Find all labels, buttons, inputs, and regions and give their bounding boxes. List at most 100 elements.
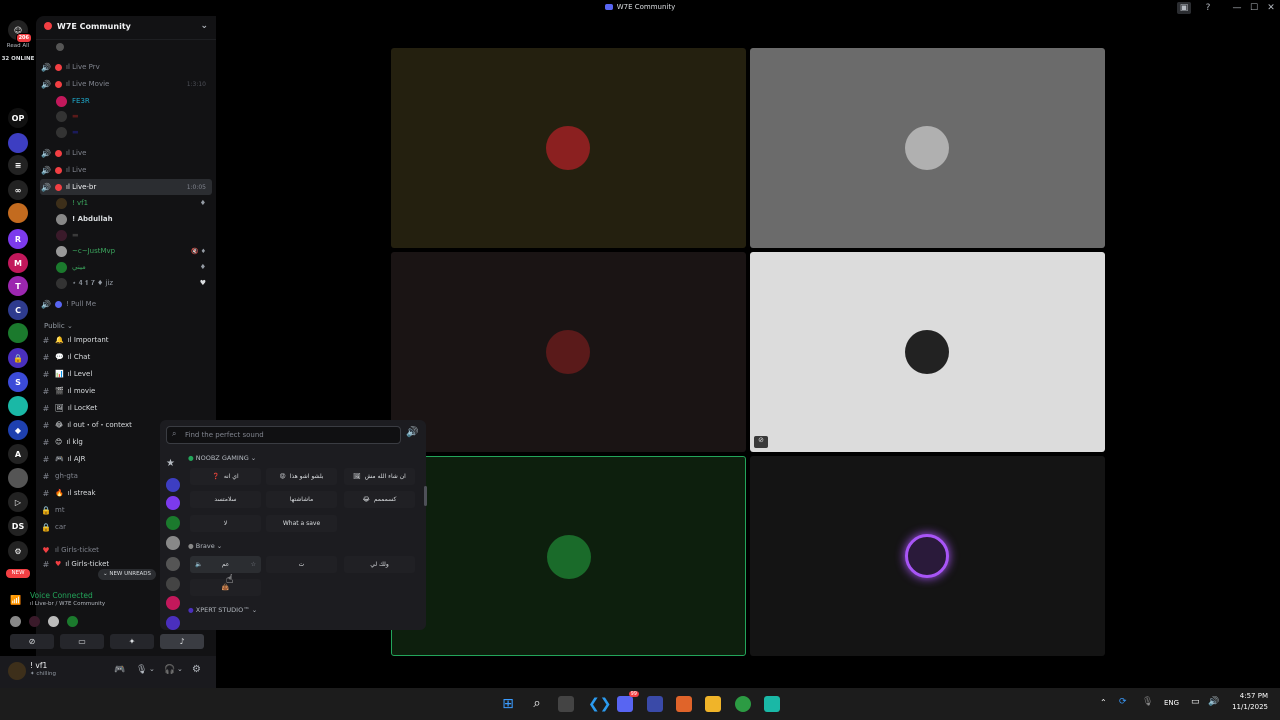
text-channel[interactable]: # 💬 ıl Chat	[40, 349, 212, 365]
voice-channel-live-prv[interactable]: 🔊 ıl Live Prv	[40, 59, 212, 75]
close-button[interactable]: ✕	[1264, 2, 1278, 14]
star-icon[interactable]: ★	[166, 458, 175, 469]
chevron-up-icon[interactable]: ⌃	[1100, 698, 1107, 707]
volume-icon[interactable]: 🔊	[1208, 697, 1219, 707]
voice-user[interactable]: ▬	[56, 124, 212, 140]
inbox-icon[interactable]: ▣	[1177, 2, 1191, 14]
video-tile-5[interactable]	[391, 456, 746, 656]
voice-channel-pull-me[interactable]: 🔊! Pull Me	[40, 296, 212, 312]
server-icon-server-j[interactable]: 🔒	[8, 348, 28, 368]
sound-button[interactable]: What a save	[266, 515, 337, 532]
server-icon-server-d[interactable]	[8, 203, 28, 223]
sound-button[interactable]: ولك لي	[344, 556, 415, 573]
chrome-icon[interactable]	[735, 696, 751, 712]
network-icon[interactable]: ▭	[1191, 697, 1200, 707]
app-icon[interactable]	[676, 696, 692, 712]
start-icon[interactable]: ⊞	[500, 696, 516, 712]
voice-user[interactable]: ▬	[56, 227, 212, 243]
category-public[interactable]: Public ⌄	[44, 322, 73, 330]
new-unreads-pill[interactable]: ⌄ NEW UNREADS	[98, 569, 156, 580]
microphone-icon[interactable]: 🎙	[136, 665, 147, 675]
clock-time[interactable]: 4:57 PM	[1230, 692, 1268, 700]
sound-button[interactable]: ❓ اي انه	[190, 468, 261, 485]
server-icon[interactable]	[166, 616, 180, 630]
voice-channel-live-br[interactable]: 🔊 ıl Live-br 1:0:05	[40, 179, 212, 195]
app-icon[interactable]	[764, 696, 780, 712]
section-noobz-gaming[interactable]: ● NOOBZ GAMING ⌄	[188, 454, 256, 462]
sound-button[interactable]: 😂 كسمممم	[344, 491, 415, 508]
server-icon-server-k[interactable]: S	[8, 372, 28, 392]
star-icon[interactable]: ☆	[251, 561, 256, 568]
chevron-down-icon[interactable]: ⌄	[200, 21, 208, 31]
server-icon-server-l[interactable]	[8, 396, 28, 416]
server-icon-server-q[interactable]: DS	[8, 516, 28, 536]
text-channel[interactable]: # 🎬 ıl movie	[40, 383, 212, 399]
sound-button-hovered[interactable]: 🔈 عم ☆	[190, 556, 261, 573]
voice-user[interactable]: ~c~JustMvp 🔇 ♦	[56, 243, 212, 259]
soundboard-button[interactable]: ♪	[160, 634, 204, 649]
chevron-down-icon[interactable]: ⌄	[177, 665, 183, 673]
voice-user[interactable]: FE3R	[56, 93, 212, 109]
text-channel[interactable]: # 🔔 ıl Important	[40, 332, 212, 348]
gear-icon[interactable]: ⚙	[192, 664, 201, 675]
voice-user[interactable]: ▬	[56, 108, 212, 124]
activities-button[interactable]: ✦	[110, 634, 154, 649]
voice-connected-label[interactable]: Voice Connected	[30, 591, 93, 600]
search-icon[interactable]: ⌕	[529, 696, 545, 712]
text-channel[interactable]: # 🖼 ıl LocKet	[40, 400, 212, 416]
discord-icon[interactable]: 99	[617, 691, 639, 712]
headphones-icon[interactable]: 🎧	[164, 665, 175, 675]
server-icon[interactable]	[166, 596, 180, 610]
video-tile-4[interactable]: ⊘	[750, 252, 1105, 452]
server-icon[interactable]	[166, 516, 180, 530]
server-icon-server-n[interactable]: A	[8, 444, 28, 464]
server-icon[interactable]	[166, 536, 180, 550]
camera-off-button[interactable]: ⊘	[10, 634, 54, 649]
video-tile-1[interactable]	[391, 48, 746, 248]
minimize-button[interactable]: —	[1230, 2, 1244, 14]
server-icon[interactable]	[166, 496, 180, 510]
server-icon-server-m[interactable]: ◆	[8, 420, 28, 440]
sound-button[interactable]: ت	[266, 556, 337, 573]
server-icon-server-p[interactable]: ▷	[8, 492, 28, 512]
video-tile-2[interactable]	[750, 48, 1105, 248]
video-tile-6[interactable]	[750, 456, 1105, 656]
server-icon-server-e[interactable]: R	[8, 229, 28, 249]
section-xpert-studio[interactable]: ● XPERT STUDIO™ ⌄	[188, 606, 257, 614]
server-icon-server-i[interactable]	[8, 323, 28, 343]
voice-channel-live-movie[interactable]: 🔊 ıl Live Movie 1:3:10	[40, 76, 212, 92]
text-channel[interactable]: # 📊 ıl Level	[40, 366, 212, 382]
scrollbar[interactable]	[424, 486, 427, 506]
voice-user[interactable]: ! vf1 ♦	[56, 195, 212, 211]
vscode-icon[interactable]: ❮❯	[588, 696, 611, 712]
server-icon-server-g[interactable]: T	[8, 276, 28, 296]
sync-icon[interactable]: ⟳	[1119, 697, 1127, 707]
sound-button[interactable]: لا	[190, 515, 261, 532]
chevron-down-icon[interactable]: ⌄	[149, 665, 155, 673]
maximize-button[interactable]: ☐	[1247, 2, 1261, 14]
microphone-icon[interactable]: 🎙	[1142, 697, 1153, 707]
video-tile-3[interactable]	[391, 252, 746, 452]
server-icon-server-r[interactable]: ⚙	[8, 541, 28, 561]
server-icon-server-f[interactable]: M	[8, 253, 28, 273]
search-input[interactable]: Find the perfect sound	[166, 426, 401, 444]
sound-button[interactable]: سلامتسد	[190, 491, 261, 508]
folder-icon[interactable]	[705, 696, 721, 712]
server-icon-OP[interactable]: OP	[8, 108, 28, 128]
voice-channel-live[interactable]: 🔊 ıl Live	[40, 145, 212, 161]
read-all-button[interactable]: Read All	[0, 43, 36, 49]
sound-button[interactable]: ماشاشتها	[266, 491, 337, 508]
section-brave[interactable]: ● Brave ⌄	[188, 542, 222, 550]
language-indicator[interactable]: ENG	[1164, 699, 1179, 707]
avatar[interactable]	[8, 662, 26, 680]
app-icon[interactable]	[647, 696, 663, 712]
discord-home-icon[interactable]: ☺ 206	[8, 20, 32, 43]
voice-user[interactable]: ⋆ 𝟒 𝟏 𝟕 ♦ jiz ♥	[56, 275, 212, 291]
server-icon[interactable]	[166, 557, 180, 571]
server-header[interactable]: W7E Community ⌄	[36, 16, 216, 40]
server-icon[interactable]	[166, 577, 180, 591]
server-icon-server-b[interactable]: ≡	[8, 155, 28, 175]
volume-icon[interactable]: 🔊	[406, 427, 418, 438]
sound-button[interactable]: 😡 بلشو اشو هذا	[266, 468, 337, 485]
screen-share-button[interactable]: ▭	[60, 634, 104, 649]
